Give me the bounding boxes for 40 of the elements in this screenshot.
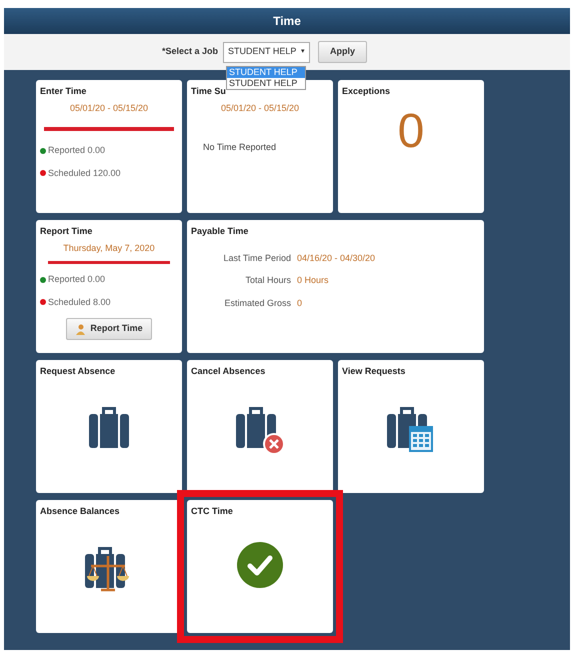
checkmark-icon [237, 542, 283, 588]
field-label: Last Time Period [222, 252, 291, 264]
date-range: 05/01/20 - 05/15/20 [220, 102, 300, 114]
field-value: 0 [297, 296, 304, 310]
tile[interactable]: View Requests [338, 360, 484, 493]
tile[interactable]: Cancel Absences [187, 360, 333, 493]
field-label: Total Hours [244, 274, 291, 287]
exception-count: 0 [398, 108, 424, 156]
tile-title: Payable Time [191, 225, 250, 238]
tile-title: Report Time [40, 225, 94, 238]
status-text: Scheduled 8.00 [48, 296, 111, 308]
tile-title: Cancel Absences [191, 365, 266, 378]
tile-title: Time Su [191, 85, 227, 98]
status-text: Scheduled 120.00 [48, 166, 121, 180]
field-label: Estimated Gross [223, 296, 291, 310]
tile-title: View Requests [342, 365, 406, 378]
tile-title: Enter Time [40, 85, 88, 98]
tile[interactable]: CTC Time [187, 500, 333, 633]
tile[interactable]: Payable Time Last Time Period 04/16/20 - 04/30/20 Total Hours 0 Hours Estimated Gross 0 [187, 220, 484, 353]
job-label: *Select a Job [162, 45, 218, 58]
tile[interactable]: Report Time Thursday, May 7, 2020 Reported 0.00 Scheduled 8.00 Report Time [36, 220, 182, 353]
tile-title: Absence Balances [40, 505, 121, 518]
field-value: 04/16/20 - 04/30/20 [297, 252, 376, 264]
status-text: Reported 0.00 [48, 273, 106, 286]
tile[interactable]: Request Absence [36, 360, 182, 493]
report-date: Thursday, May 7, 2020 [62, 242, 156, 255]
page-title: Time [273, 13, 301, 30]
tile-title: Request Absence [40, 365, 116, 378]
dropdown-option[interactable]: STUDENT HELP [227, 78, 305, 89]
tile[interactable]: Exceptions 0 [338, 80, 484, 213]
tile[interactable]: Enter Time 05/01/20 - 05/15/20 Reported 0.00 Scheduled 120.00 [36, 80, 182, 213]
date-range: 05/01/20 - 05/15/20 [68, 102, 150, 114]
apply-button[interactable]: Apply [318, 41, 368, 63]
report-time-button[interactable]: Report Time [66, 318, 152, 340]
field-value: 0 Hours [297, 274, 330, 287]
tile-title: CTC Time [191, 505, 234, 518]
empty-message: No Time Reported [203, 141, 278, 154]
person-icon [75, 324, 86, 334]
status-text: Reported 0.00 [48, 144, 106, 157]
tile-title: Exceptions [342, 85, 392, 98]
